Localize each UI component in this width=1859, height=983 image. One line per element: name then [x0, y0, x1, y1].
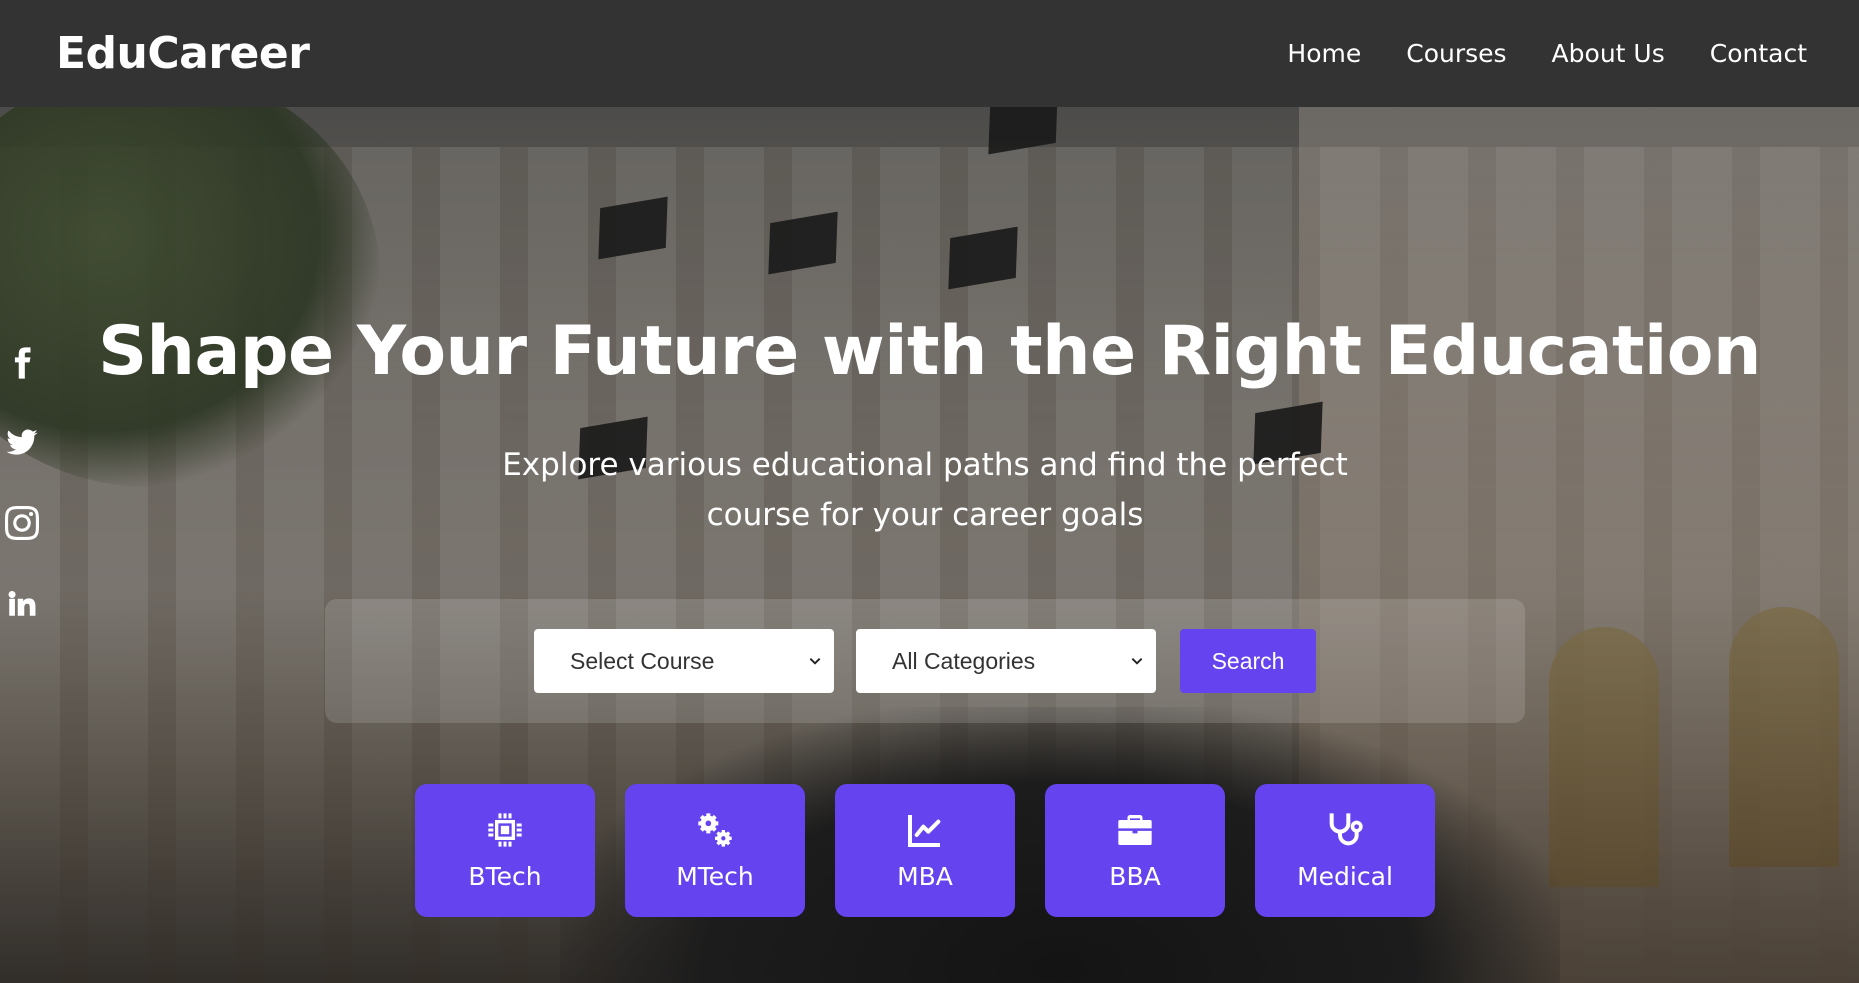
category-card-mba[interactable]: MBA	[835, 784, 1015, 917]
nav-home[interactable]: Home	[1287, 39, 1361, 68]
hero-subtitle: Explore various educational paths and fi…	[502, 447, 1348, 533]
gears-icon	[698, 813, 732, 847]
navbar: EduCareer Home Courses About Us Contact	[0, 0, 1859, 107]
chevron-down-icon	[1131, 658, 1143, 665]
chart-line-icon	[908, 815, 941, 847]
hero-background-door	[1729, 607, 1839, 867]
chevron-down-icon	[809, 658, 821, 665]
search-button[interactable]: Search	[1180, 629, 1316, 693]
category-card-medical[interactable]: Medical	[1255, 784, 1435, 917]
search-panel: Select Course All Categories Search	[325, 599, 1525, 723]
brand-logo[interactable]: EduCareer	[56, 28, 310, 79]
nav-about-us[interactable]: About Us	[1552, 39, 1665, 68]
stethoscope-icon	[1329, 813, 1363, 846]
category-card-mtech[interactable]: MTech	[625, 784, 805, 917]
category-card-bba[interactable]: BBA	[1045, 784, 1225, 917]
linkedin-icon[interactable]	[4, 585, 40, 621]
instagram-icon[interactable]	[4, 505, 40, 541]
course-select[interactable]: Select Course	[534, 629, 834, 693]
chip-icon	[488, 813, 522, 847]
category-cards: BTech MTech MBA BBA Medical	[415, 784, 1435, 917]
category-label: MBA	[897, 862, 953, 891]
nav-links: Home Courses About Us Contact	[1287, 39, 1807, 68]
category-label: BTech	[468, 862, 542, 891]
briefcase-icon	[1118, 815, 1152, 845]
category-select-value: All Categories	[892, 647, 1036, 674]
course-select-value: Select Course	[570, 647, 715, 674]
hero-title: Shape Your Future with the Right Educati…	[98, 312, 1761, 391]
twitter-icon[interactable]	[4, 425, 40, 461]
social-links	[4, 345, 40, 621]
category-card-btech[interactable]: BTech	[415, 784, 595, 917]
category-label: MTech	[676, 862, 754, 891]
hero-background-door	[1549, 627, 1659, 887]
nav-contact[interactable]: Contact	[1710, 39, 1807, 68]
facebook-icon[interactable]	[4, 345, 40, 381]
category-select[interactable]: All Categories	[856, 629, 1156, 693]
category-label: BBA	[1109, 862, 1161, 891]
category-label: Medical	[1297, 862, 1393, 891]
nav-courses[interactable]: Courses	[1406, 39, 1506, 68]
